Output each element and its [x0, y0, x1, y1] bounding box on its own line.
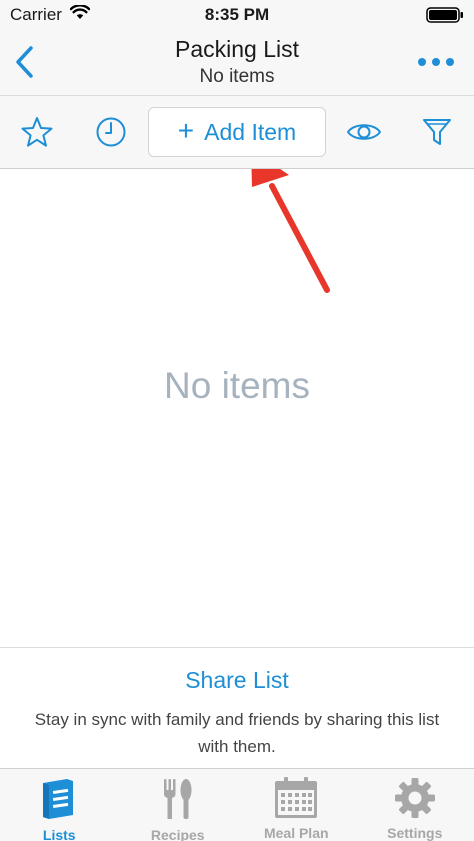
- annotation-arrow-icon: [251, 169, 330, 293]
- tab-lists[interactable]: Lists: [0, 769, 119, 841]
- lists-icon: [37, 777, 81, 821]
- tab-settings-label: Settings: [387, 825, 443, 841]
- list-toolbar: + Add Item: [0, 96, 474, 169]
- tab-settings[interactable]: Settings: [356, 769, 474, 841]
- plus-icon: +: [177, 115, 195, 146]
- share-list-button[interactable]: Share List: [0, 667, 474, 694]
- more-options-button[interactable]: [418, 54, 454, 70]
- app-screen: Carrier 8:35 PM Packing List No items + …: [0, 0, 474, 841]
- more-dot-icon: [446, 58, 454, 66]
- tab-bar: Lists Recipes Meal Plan Settings: [0, 768, 474, 841]
- add-item-button[interactable]: + Add Item: [148, 107, 326, 157]
- tab-meal-plan[interactable]: Meal Plan: [237, 769, 356, 841]
- view-options-button[interactable]: [342, 112, 386, 152]
- page-subtitle: No items: [199, 66, 275, 87]
- filter-button[interactable]: [417, 112, 457, 152]
- tab-lists-label: Lists: [42, 827, 76, 841]
- share-section: Share List Stay in sync with family and …: [0, 647, 474, 768]
- empty-state-label: No items: [164, 365, 310, 406]
- favorites-button[interactable]: [17, 112, 57, 152]
- wifi-icon: [69, 4, 91, 25]
- battery-icon: [426, 7, 464, 23]
- tab-recipes[interactable]: Recipes: [119, 769, 238, 841]
- status-bar: Carrier 8:35 PM: [0, 0, 474, 30]
- clock-icon: [96, 117, 126, 147]
- more-dot-icon: [418, 58, 426, 66]
- tab-recipes-label: Recipes: [150, 827, 205, 841]
- star-icon: [21, 117, 53, 147]
- add-item-label: Add Item: [204, 118, 297, 145]
- share-description: Stay in sync with family and friends by …: [34, 710, 440, 756]
- navigation-bar: Packing List No items: [0, 30, 474, 96]
- gear-icon: [393, 777, 437, 819]
- page-title: Packing List: [174, 36, 299, 62]
- eye-icon: [347, 124, 381, 140]
- fork-knife-icon: [156, 777, 200, 821]
- carrier-group: Carrier: [10, 4, 91, 25]
- calendar-icon: [274, 777, 318, 819]
- carrier-label: Carrier: [10, 5, 62, 24]
- items-list-area: No items: [0, 169, 474, 647]
- more-dot-icon: [432, 58, 440, 66]
- recent-items-button[interactable]: [91, 112, 131, 152]
- filter-icon: [423, 119, 451, 145]
- tab-meal-plan-label: Meal Plan: [263, 825, 329, 841]
